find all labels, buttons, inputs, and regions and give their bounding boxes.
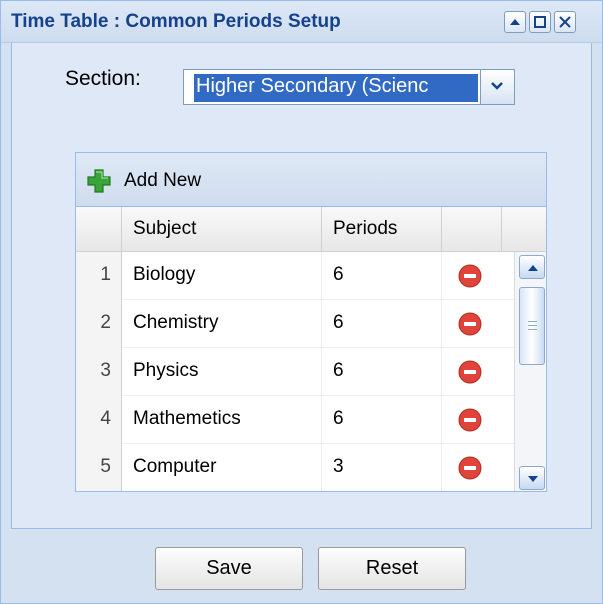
grid-scrollbar[interactable] (514, 252, 546, 491)
delete-row-button[interactable] (442, 300, 514, 348)
collapse-button[interactable] (504, 11, 526, 33)
table-row[interactable]: 5 Computer 3 (76, 444, 514, 491)
table-row[interactable]: 2 Chemistry 6 (76, 300, 514, 348)
action-column-header (442, 207, 502, 252)
window-titlebar[interactable]: Time Table : Common Periods Setup (1, 1, 602, 43)
periods-cell[interactable]: 6 (322, 300, 442, 348)
subject-cell[interactable]: Biology (122, 252, 322, 300)
periods-cell[interactable]: 6 (322, 252, 442, 300)
section-label: Section: (65, 67, 141, 90)
grid-header: Subject Periods (76, 207, 546, 252)
minus-circle-icon (458, 456, 482, 480)
periods-grid: Add New Subject Periods 1 Biology 6 2 Ch… (75, 152, 547, 492)
grid-toolbar: Add New (76, 153, 546, 207)
section-select[interactable]: Higher Secondary (Scienc (183, 69, 515, 105)
scroll-down-button[interactable] (519, 466, 545, 490)
section-dropdown-button[interactable] (480, 70, 514, 104)
close-icon (559, 16, 571, 28)
reset-button[interactable]: Reset (318, 547, 466, 590)
table-row[interactable]: 1 Biology 6 (76, 252, 514, 300)
subject-cell[interactable]: Computer (122, 444, 322, 491)
maximize-icon (534, 16, 546, 28)
periods-column-header[interactable]: Periods (322, 207, 442, 252)
table-row[interactable]: 3 Physics 6 (76, 348, 514, 396)
table-row[interactable]: 4 Mathemetics 6 (76, 396, 514, 444)
save-button[interactable]: Save (155, 547, 303, 590)
periods-cell[interactable]: 6 (322, 348, 442, 396)
scroll-up-button[interactable] (519, 255, 545, 279)
subject-cell[interactable]: Chemistry (122, 300, 322, 348)
row-number: 4 (76, 396, 122, 444)
close-button[interactable] (554, 11, 576, 33)
window-title: Time Table : Common Periods Setup (11, 11, 341, 32)
minus-circle-icon (458, 360, 482, 384)
maximize-button[interactable] (529, 11, 551, 33)
minus-circle-icon (458, 312, 482, 336)
collapse-icon (510, 19, 520, 25)
add-new-button[interactable]: Add New (86, 166, 226, 194)
chevron-down-icon (491, 82, 503, 90)
chevron-down-icon (528, 476, 538, 482)
row-number-header (76, 207, 122, 252)
row-number: 3 (76, 348, 122, 396)
scroll-grip-icon (528, 321, 537, 330)
delete-row-button[interactable] (442, 444, 514, 491)
subject-column-header[interactable]: Subject (122, 207, 322, 252)
subject-cell[interactable]: Mathemetics (122, 396, 322, 444)
delete-row-button[interactable] (442, 348, 514, 396)
scroll-thumb[interactable] (519, 287, 545, 365)
row-number: 1 (76, 252, 122, 300)
row-number: 5 (76, 444, 122, 491)
add-new-label: Add New (124, 170, 202, 191)
delete-row-button[interactable] (442, 396, 514, 444)
periods-cell[interactable]: 3 (322, 444, 442, 491)
section-select-value[interactable]: Higher Secondary (Scienc (194, 74, 478, 102)
minus-circle-icon (458, 264, 482, 288)
window: Time Table : Common Periods Setup Sectio… (0, 0, 603, 604)
periods-cell[interactable]: 6 (322, 396, 442, 444)
plus-icon (87, 169, 111, 193)
grid-rows: 1 Biology 6 2 Chemistry 6 3 Physics 6 4 … (76, 252, 514, 491)
subject-cell[interactable]: Physics (122, 348, 322, 396)
row-number: 2 (76, 300, 122, 348)
chevron-up-icon (528, 265, 538, 271)
minus-circle-icon (458, 408, 482, 432)
delete-row-button[interactable] (442, 252, 514, 300)
